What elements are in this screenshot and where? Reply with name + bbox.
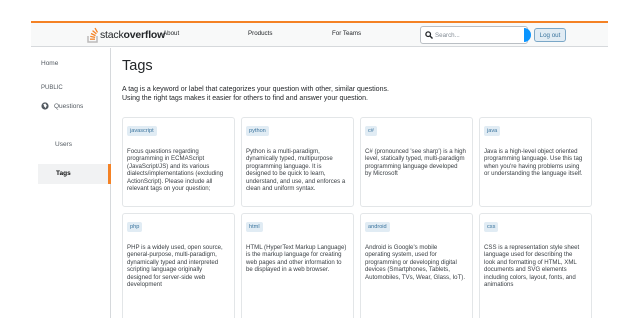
tag-card: css CSS is a representation style sheet l… — [479, 213, 592, 318]
search-icon — [425, 31, 433, 39]
logo-wordmark: stackoverflow — [100, 29, 166, 41]
sidebar-section-public: PUBLIC — [41, 85, 63, 91]
sidebar-item-tags-label: Tags — [56, 170, 71, 177]
nav-about[interactable]: About — [163, 30, 179, 37]
tag-link[interactable]: c# — [365, 126, 377, 136]
page-title: Tags — [122, 58, 153, 74]
sidebar-item-questions-label: Questions — [54, 102, 84, 110]
tag-card: php PHP is a widely used, open source, ge… — [122, 213, 235, 318]
nav-for-teams[interactable]: For Teams — [332, 30, 361, 37]
search-input[interactable] — [435, 31, 523, 39]
tag-card: python Python is a multi-paradigm, dynami… — [241, 117, 354, 207]
tag-card: html HTML (HyperText Markup Language) is … — [241, 213, 354, 318]
tag-card: c# C# (pronounced 'see sharp') is a high… — [360, 117, 473, 207]
sidebar-item-questions[interactable]: Questions — [41, 102, 83, 110]
tag-link[interactable]: java — [484, 126, 501, 136]
sidebar-item-users[interactable]: Users — [55, 141, 72, 148]
intro-line-2: Using the right tags makes it easier for… — [122, 95, 368, 102]
tag-card: android Android is Google's mobile operat… — [360, 213, 473, 318]
nav-products[interactable]: Products — [248, 30, 272, 37]
tag-link[interactable]: javascript — [127, 126, 157, 136]
tag-card: javascript Focus questions regarding prog… — [122, 117, 235, 207]
tag-description: CSS is a representation style sheet langu… — [484, 244, 580, 289]
stackoverflow-logo[interactable]: stackoverflow — [87, 26, 165, 44]
search-box[interactable] — [420, 26, 528, 44]
sidebar-item-tags[interactable]: Tags — [38, 164, 111, 184]
tag-link[interactable]: html — [246, 222, 263, 232]
sidebar-item-home[interactable]: Home — [41, 60, 58, 67]
tag-link[interactable]: python — [246, 126, 269, 136]
left-sidebar: Home PUBLIC Questions Tags Users — [31, 48, 111, 318]
tag-description: Android is Google's mobile operating syst… — [365, 244, 466, 281]
tag-card: java Java is a high-level object oriente… — [479, 117, 592, 207]
tags-intro: A tag is a keyword or label that categor… — [122, 85, 389, 103]
tag-description: Focus questions regarding programming in … — [127, 148, 224, 193]
logout-button[interactable]: Log out — [534, 28, 566, 42]
intro-line-1: A tag is a keyword or label that categor… — [122, 86, 389, 93]
tag-description: C# (pronounced 'see sharp') is a high lev… — [365, 148, 466, 178]
globe-icon — [41, 102, 49, 110]
tag-link[interactable]: php — [127, 222, 143, 232]
tag-description: Java is a high-level object oriented prog… — [484, 148, 583, 178]
stackoverflow-logo-icon — [87, 27, 98, 43]
tag-link[interactable]: android — [365, 222, 390, 232]
tag-description: PHP is a widely used, open source, genera… — [127, 244, 223, 289]
tag-link[interactable]: css — [484, 222, 499, 232]
search-toggle[interactable] — [524, 28, 531, 42]
tag-description: Python is a multi-paradigm, dynamically t… — [246, 148, 346, 193]
top-bar: stackoverflow About Products For Teams L… — [31, 21, 608, 47]
tag-description: HTML (HyperText Markup Language) is the m… — [246, 244, 347, 274]
